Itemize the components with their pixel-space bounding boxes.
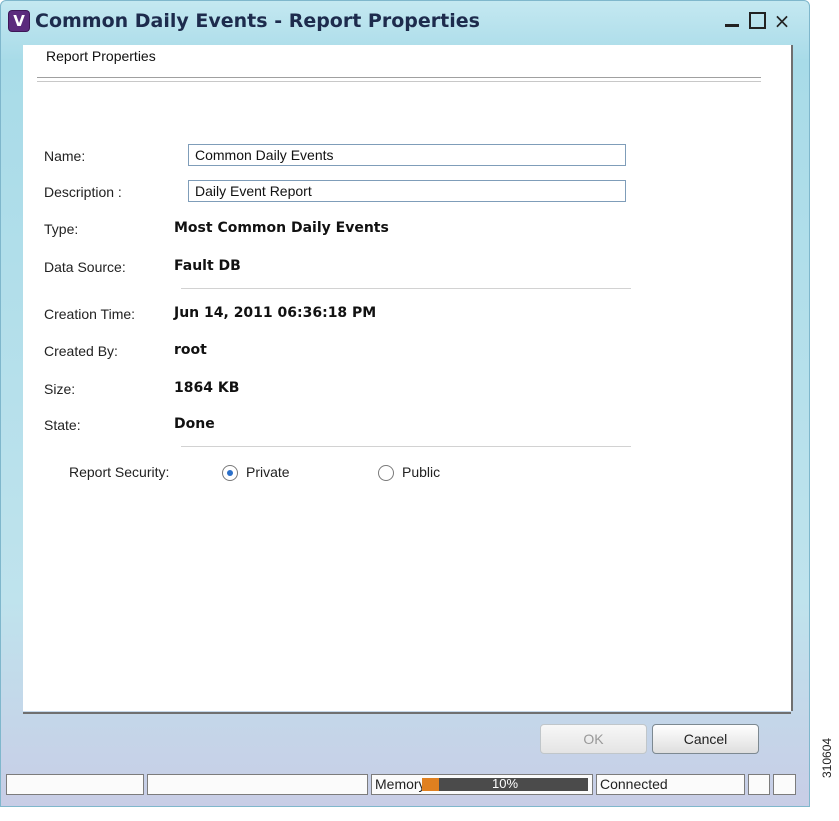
title-bar[interactable]: V Common Daily Events - Report Propertie… bbox=[1, 1, 809, 41]
created-by-label: Created By: bbox=[44, 343, 118, 359]
close-button[interactable]: × bbox=[771, 9, 793, 33]
memory-progress-bar: 10% bbox=[422, 776, 588, 791]
status-cell bbox=[6, 774, 144, 795]
report-security-label: Report Security: bbox=[69, 464, 170, 480]
memory-percent: 10% bbox=[491, 776, 519, 791]
window-title: Common Daily Events - Report Properties bbox=[35, 10, 480, 32]
public-radio-label[interactable]: Public bbox=[402, 464, 440, 480]
separator bbox=[181, 288, 631, 289]
panel-bottom-border bbox=[23, 712, 791, 714]
private-radio-label[interactable]: Private bbox=[246, 464, 290, 480]
creation-time-value: Jun 14, 2011 06:36:18 PM bbox=[174, 305, 377, 321]
private-radio[interactable] bbox=[222, 465, 238, 481]
minimize-icon bbox=[725, 24, 739, 27]
type-value: Most Common Daily Events bbox=[174, 220, 389, 236]
status-cell bbox=[773, 774, 796, 795]
figure-code: 310604 bbox=[820, 737, 834, 778]
size-label: Size: bbox=[44, 381, 76, 397]
status-cell bbox=[748, 774, 770, 795]
size-value: 1864 KB bbox=[174, 380, 240, 396]
state-value: Done bbox=[174, 416, 215, 432]
creation-time-label: Creation Time: bbox=[44, 306, 136, 322]
name-field[interactable]: Common Daily Events bbox=[188, 144, 626, 166]
state-label: State: bbox=[44, 417, 81, 433]
ok-button[interactable]: OK bbox=[540, 724, 647, 754]
maximize-button[interactable] bbox=[746, 9, 768, 31]
close-icon: × bbox=[773, 9, 791, 33]
maximize-icon bbox=[749, 12, 766, 29]
public-radio[interactable] bbox=[378, 465, 394, 481]
report-properties-window: V Common Daily Events - Report Propertie… bbox=[0, 0, 810, 807]
status-cell bbox=[147, 774, 368, 795]
minimize-button[interactable] bbox=[721, 9, 743, 31]
cancel-button[interactable]: Cancel bbox=[652, 724, 759, 754]
app-logo-icon: V bbox=[9, 11, 29, 31]
data-source-label: Data Source: bbox=[44, 259, 126, 275]
name-label: Name: bbox=[44, 148, 86, 164]
description-field[interactable]: Daily Event Report bbox=[188, 180, 626, 202]
description-label: Description : bbox=[44, 184, 122, 200]
type-label: Type: bbox=[44, 221, 79, 237]
section-title: Report Properties bbox=[46, 48, 156, 64]
created-by-value: root bbox=[174, 342, 207, 358]
data-source-value: Fault DB bbox=[174, 258, 241, 274]
separator bbox=[181, 446, 631, 447]
section-divider bbox=[37, 77, 761, 82]
connection-status: Connected bbox=[596, 774, 745, 795]
